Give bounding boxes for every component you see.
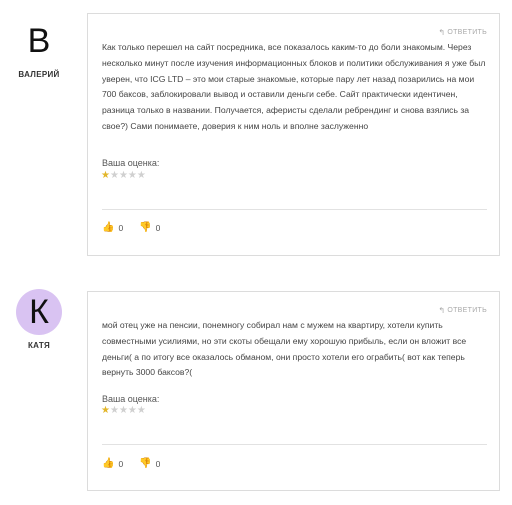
- comment-text: Как только перешел на сайт посредника, в…: [102, 42, 486, 131]
- reply-button[interactable]: ↰ ОТВЕТИТЬ: [438, 28, 487, 37]
- thumbs-down-icon: 👎: [139, 222, 152, 233]
- thumbs-up-icon: 👍: [102, 222, 115, 233]
- rating-label: Ваша оценка:: [102, 158, 160, 168]
- rating-stars[interactable]: ★ ★ ★ ★ ★: [101, 171, 146, 181]
- comment-card: ↰ ОТВЕТИТЬ Как только перешел на сайт по…: [87, 13, 500, 256]
- reply-label: ОТВЕТИТЬ: [447, 307, 487, 314]
- star-icon[interactable]: ★: [119, 406, 128, 416]
- votes: 👍 0 👎 0: [102, 458, 176, 469]
- reply-label: ОТВЕТИТЬ: [447, 29, 487, 36]
- avatar: К: [16, 289, 62, 335]
- star-icon[interactable]: ★: [128, 406, 137, 416]
- divider: [102, 444, 487, 445]
- star-icon[interactable]: ★: [137, 171, 146, 181]
- like-count: 0: [118, 458, 124, 469]
- like-button[interactable]: 👍 0: [102, 222, 123, 233]
- star-icon[interactable]: ★: [101, 171, 110, 181]
- comment-card: ↰ ОТВЕТИТЬ мой отец уже на пенсии, понем…: [87, 291, 500, 491]
- comment-text: мой отец уже на пенсии, понемногу собира…: [102, 320, 467, 378]
- star-icon[interactable]: ★: [137, 406, 146, 416]
- star-icon[interactable]: ★: [128, 171, 137, 181]
- rating-stars[interactable]: ★ ★ ★ ★ ★: [101, 406, 146, 416]
- comment-author: B ВАЛЕРИЙ: [8, 18, 70, 80]
- dislike-button[interactable]: 👎 0: [139, 222, 160, 233]
- votes: 👍 0 👎 0: [102, 222, 176, 233]
- thumbs-down-icon: 👎: [139, 458, 152, 469]
- dislike-count: 0: [155, 222, 161, 233]
- star-icon[interactable]: ★: [119, 171, 128, 181]
- star-icon[interactable]: ★: [101, 406, 110, 416]
- reply-arrow-icon: ↰: [438, 306, 446, 315]
- star-icon[interactable]: ★: [110, 406, 119, 416]
- thumbs-up-icon: 👍: [102, 458, 115, 469]
- rating-label: Ваша оценка:: [102, 394, 160, 404]
- dislike-count: 0: [155, 458, 161, 469]
- author-name: КАТЯ: [28, 341, 50, 350]
- star-icon[interactable]: ★: [110, 171, 119, 181]
- dislike-button[interactable]: 👎 0: [139, 458, 160, 469]
- author-name: ВАЛЕРИЙ: [18, 70, 60, 79]
- avatar: B: [27, 21, 51, 60]
- divider: [102, 209, 487, 210]
- reply-button[interactable]: ↰ ОТВЕТИТЬ: [438, 306, 487, 315]
- like-count: 0: [118, 222, 124, 233]
- like-button[interactable]: 👍 0: [102, 458, 123, 469]
- comment-author: К КАТЯ: [8, 289, 70, 350]
- reply-arrow-icon: ↰: [438, 28, 446, 37]
